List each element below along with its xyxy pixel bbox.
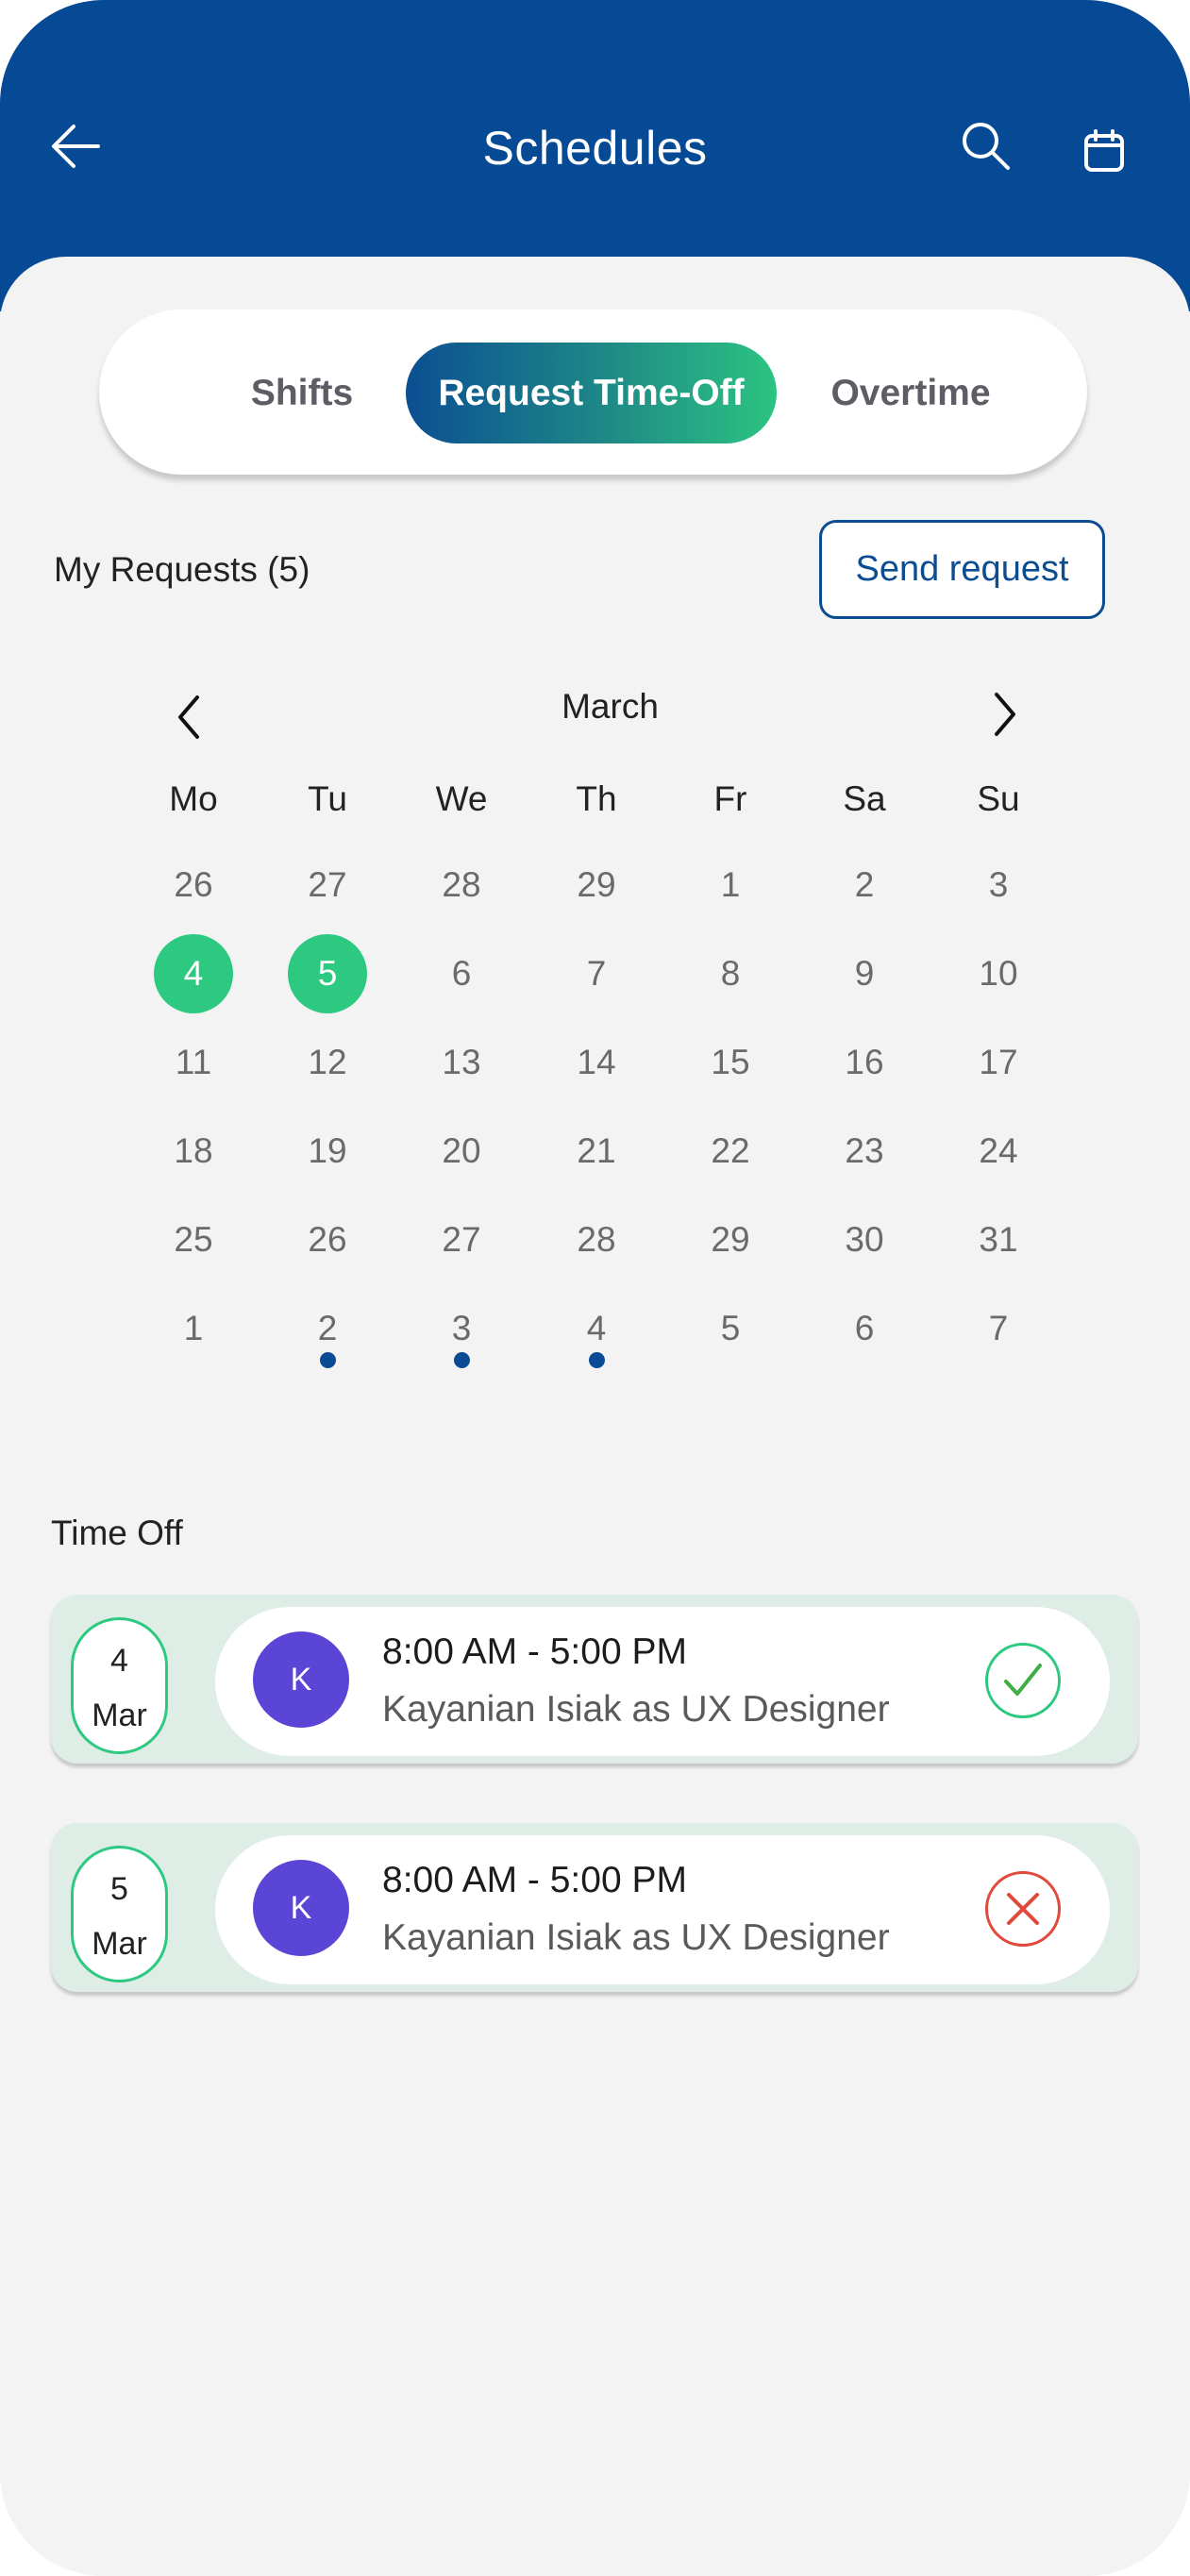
calendar-day[interactable]: 16: [825, 1023, 904, 1102]
calendar-day[interactable]: 11: [154, 1023, 233, 1102]
calendar-day[interactable]: 23: [825, 1112, 904, 1191]
calendar-day[interactable]: 13: [422, 1023, 501, 1102]
date-month: Mar: [92, 1926, 147, 1962]
request-details: K 8:00 AM - 5:00 PM Kayanian Isiak as UX…: [215, 1835, 1110, 1984]
chevron-left-icon: [178, 695, 199, 739]
prev-month-button[interactable]: [160, 684, 217, 750]
calendar-day[interactable]: 8: [691, 934, 770, 1013]
calendar-day[interactable]: 18: [154, 1112, 233, 1191]
calendar-day[interactable]: 28: [557, 1200, 636, 1280]
check-icon: [1004, 1664, 1042, 1696]
calendar-day[interactable]: 9: [825, 934, 904, 1013]
calendar-day[interactable]: 3: [959, 845, 1038, 925]
time-off-card[interactable]: 5 Mar K 8:00 AM - 5:00 PM Kayanian Isiak…: [51, 1823, 1138, 1992]
calendar-day[interactable]: 21: [557, 1112, 636, 1191]
weekday-label: Su: [977, 779, 1020, 818]
approved-status: [985, 1643, 1061, 1718]
weekday-label: Fr: [713, 779, 747, 818]
calendar-day[interactable]: 17: [959, 1023, 1038, 1102]
date-month: Mar: [92, 1698, 147, 1733]
next-month-button[interactable]: [977, 681, 1033, 747]
calendar-day[interactable]: 7: [557, 934, 636, 1013]
tab-shifts[interactable]: Shifts: [222, 343, 382, 443]
calendar-day[interactable]: 7: [959, 1289, 1038, 1368]
weekday-label: We: [435, 779, 488, 818]
weekday-label: Th: [576, 779, 617, 818]
time-off-card[interactable]: 4 Mar K 8:00 AM - 5:00 PM Kayanian Isiak…: [51, 1595, 1138, 1764]
tab-overtime[interactable]: Overtime: [793, 343, 1029, 443]
event-marker-dot: [589, 1352, 605, 1368]
calendar-day[interactable]: 1: [691, 845, 770, 925]
employee-role: Kayanian Isiak as UX Designer: [382, 1917, 890, 1958]
avatar: K: [253, 1860, 349, 1956]
calendar-day[interactable]: 12: [288, 1023, 367, 1102]
calendar-day[interactable]: 10: [959, 934, 1038, 1013]
search-button[interactable]: [948, 109, 1024, 184]
date-day: 5: [110, 1871, 128, 1907]
rejected-status: [985, 1871, 1061, 1947]
calendar-day[interactable]: 1: [154, 1289, 233, 1368]
weekday-label: Tu: [308, 779, 347, 818]
calendar-button[interactable]: [1066, 113, 1142, 189]
calendar-day[interactable]: 25: [154, 1200, 233, 1280]
calendar-day[interactable]: 15: [691, 1023, 770, 1102]
calendar-day[interactable]: 6: [422, 934, 501, 1013]
calendar-day[interactable]: 28: [422, 845, 501, 925]
calendar-day[interactable]: 14: [557, 1023, 636, 1102]
event-marker-dot: [320, 1352, 336, 1368]
calendar-day-selected[interactable]: 5: [288, 934, 367, 1013]
calendar-day[interactable]: 5: [691, 1289, 770, 1368]
weekday-label: Sa: [843, 779, 886, 818]
calendar-day[interactable]: 27: [422, 1200, 501, 1280]
weekday-label: Mo: [169, 779, 218, 818]
employee-role: Kayanian Isiak as UX Designer: [382, 1689, 890, 1730]
my-requests-title: My Requests (5): [54, 550, 310, 589]
time-off-title: Time Off: [51, 1514, 183, 1552]
calendar-day[interactable]: 31: [959, 1200, 1038, 1280]
calendar-day[interactable]: 29: [557, 845, 636, 925]
calendar-day[interactable]: 30: [825, 1200, 904, 1280]
calendar-day[interactable]: 19: [288, 1112, 367, 1191]
search-icon: [963, 123, 1010, 170]
calendar-icon: [1084, 129, 1124, 172]
calendar-day[interactable]: 22: [691, 1112, 770, 1191]
calendar-day[interactable]: 27: [288, 845, 367, 925]
event-marker-dot: [454, 1352, 470, 1368]
chevron-right-icon: [995, 693, 1015, 736]
date-badge: 4 Mar: [71, 1617, 168, 1754]
calendar-day-selected[interactable]: 4: [154, 934, 233, 1013]
shift-time: 8:00 AM - 5:00 PM: [382, 1631, 687, 1672]
calendar-day[interactable]: 2: [825, 845, 904, 925]
calendar-day[interactable]: 26: [288, 1200, 367, 1280]
tab-request-time-off[interactable]: Request Time-Off: [406, 343, 777, 443]
date-badge: 5 Mar: [71, 1846, 168, 1982]
schedule-tabs: Shifts Request Time-Off Overtime: [99, 309, 1087, 475]
date-day: 4: [110, 1643, 128, 1679]
calendar-month: March: [561, 687, 659, 726]
calendar-day[interactable]: 6: [825, 1289, 904, 1368]
shift-time: 8:00 AM - 5:00 PM: [382, 1860, 687, 1900]
send-request-button[interactable]: Send request: [819, 520, 1105, 619]
close-icon: [1007, 1893, 1039, 1925]
calendar-day[interactable]: 29: [691, 1200, 770, 1280]
request-details: K 8:00 AM - 5:00 PM Kayanian Isiak as UX…: [215, 1607, 1110, 1756]
avatar: K: [253, 1631, 349, 1728]
app-screen: Schedules Shifts Request Time-Off Overti…: [0, 0, 1190, 2576]
calendar-day[interactable]: 24: [959, 1112, 1038, 1191]
calendar-day[interactable]: 26: [154, 845, 233, 925]
calendar-day[interactable]: 20: [422, 1112, 501, 1191]
